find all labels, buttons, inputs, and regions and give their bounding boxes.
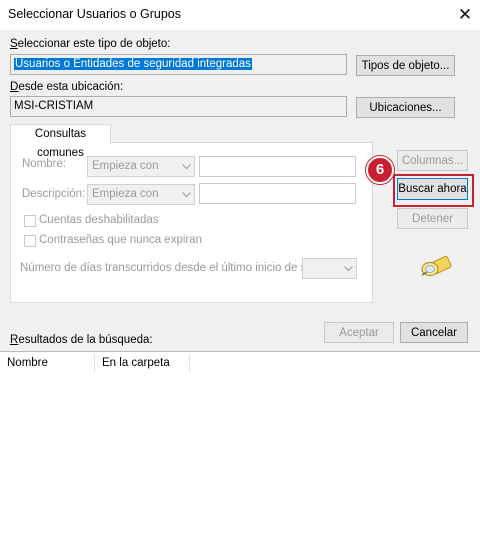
- object-type-value: Usuarios o Entidades de seguridad integr…: [14, 58, 252, 70]
- accept-button-label: Aceptar: [339, 327, 379, 339]
- columns-button-label: Columnas...: [401, 155, 464, 167]
- description-condition-value: Empieza con: [92, 188, 159, 200]
- chevron-down-icon: [178, 185, 194, 204]
- days-since-logon-combo[interactable]: [302, 258, 357, 279]
- search-people-icon: [418, 250, 454, 280]
- location-value: MSI-CRISTIAM: [14, 100, 94, 112]
- description-label: Descripción:: [22, 188, 86, 200]
- column-header-name[interactable]: Nombre: [0, 352, 94, 374]
- accept-button[interactable]: Aceptar: [324, 322, 394, 343]
- close-icon[interactable]: ✕: [452, 2, 478, 28]
- cancel-button[interactable]: Cancelar: [400, 322, 468, 343]
- column-header-folder[interactable]: En la carpeta: [95, 352, 189, 374]
- results-list[interactable]: Nombre En la carpeta: [0, 351, 480, 539]
- window-title: Seleccionar Usuarios o Grupos: [8, 7, 181, 21]
- location-label: Desde esta ubicación:: [10, 81, 124, 93]
- object-types-button-label: Tipos de objeto...: [361, 60, 450, 72]
- name-condition-value: Empieza con: [92, 160, 159, 172]
- cancel-button-label: Cancelar: [410, 327, 458, 339]
- description-condition-combo[interactable]: Empieza con: [87, 184, 195, 205]
- object-type-label: Seleccionar este tipo de objeto:: [10, 38, 171, 50]
- location-field[interactable]: MSI-CRISTIAM: [10, 96, 347, 117]
- locations-button[interactable]: Ubicaciones...: [356, 97, 455, 118]
- tab-common-queries[interactable]: Consultas comunes: [10, 124, 111, 159]
- nonexpiring-passwords-checkbox[interactable]: [24, 235, 36, 247]
- name-input[interactable]: [199, 156, 356, 177]
- stop-button[interactable]: Detener: [397, 208, 468, 229]
- name-condition-combo[interactable]: Empieza con: [87, 156, 195, 177]
- search-now-button[interactable]: Buscar ahora: [397, 178, 468, 200]
- column-separator[interactable]: [189, 354, 190, 372]
- description-input[interactable]: [199, 183, 356, 204]
- search-now-button-label: Buscar ahora: [398, 183, 467, 195]
- step-badge: 6: [366, 156, 394, 184]
- nonexpiring-passwords-label: Contraseñas que nunca expiran: [39, 234, 203, 246]
- days-since-logon-label: Número de días transcurridos desde el úl…: [20, 262, 338, 274]
- results-label: Resultados de la búsqueda:: [10, 334, 153, 346]
- name-label: Nombre:: [22, 158, 67, 170]
- object-type-field[interactable]: Usuarios o Entidades de seguridad integr…: [10, 54, 347, 75]
- chevron-down-icon: [340, 259, 356, 278]
- disabled-accounts-label: Cuentas deshabilitadas: [39, 214, 159, 226]
- stop-button-label: Detener: [412, 213, 453, 225]
- object-types-button[interactable]: Tipos de objeto...: [356, 55, 455, 76]
- columns-button[interactable]: Columnas...: [397, 150, 468, 171]
- locations-button-label: Ubicaciones...: [369, 102, 442, 114]
- chevron-down-icon: [178, 157, 194, 176]
- disabled-accounts-checkbox[interactable]: [24, 215, 36, 227]
